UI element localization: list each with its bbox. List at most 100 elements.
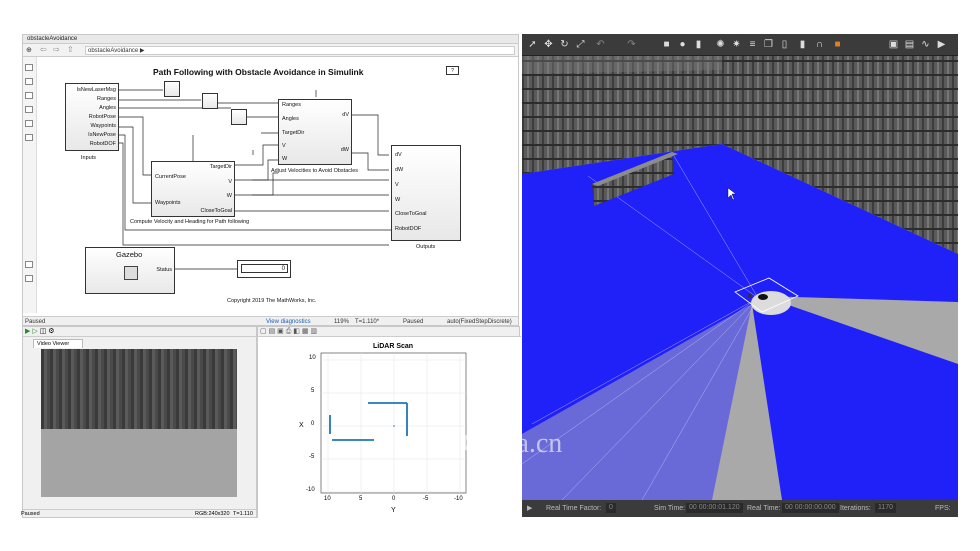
path-following-label: Compute Velocity and Heading for Path fo… <box>130 219 250 225</box>
port-label: W <box>395 197 401 203</box>
view-diagnostics-link[interactable]: View diagnostics <box>266 317 311 325</box>
undo-icon[interactable]: ↶ <box>595 39 606 50</box>
paste-icon[interactable]: ▯ <box>779 39 790 50</box>
camera-floor <box>41 429 237 497</box>
adjust-velocities-label: Adjust Velocities to Avoid Obstacles <box>271 168 359 174</box>
port-label: CloseToGoal <box>200 208 233 214</box>
port-label: Angles <box>99 105 116 111</box>
viewer-rgb: RGB:240x320 <box>195 511 230 517</box>
cylinder-icon[interactable]: ▮ <box>693 39 704 50</box>
video-viewer-window: ▶ ▷ ◫ ⚙ Video Viewer Paused RGB:240x320 … <box>21 326 258 519</box>
step-icon[interactable]: ▷ <box>32 328 37 335</box>
status-bar: Paused View diagnostics 119% T=1.110* Pa… <box>23 316 518 325</box>
port-label: Ranges <box>97 96 116 102</box>
outputs-block[interactable]: dV dW V W CloseToGoal RobotDOF <box>391 145 461 241</box>
port-label: W <box>226 193 232 199</box>
log-icon[interactable]: ▤ <box>904 39 915 50</box>
real-time-value: 00 00:00:00.000 <box>782 503 839 514</box>
port-label: dW <box>395 167 404 173</box>
directional-light-icon[interactable]: ≡ <box>747 39 758 50</box>
status-left: Paused <box>25 319 46 325</box>
zoom-level: 119% <box>334 319 349 325</box>
y-axis-label: X <box>299 422 304 429</box>
trigger-block-1[interactable] <box>164 81 180 97</box>
view-angle-icon[interactable]: ■ <box>832 39 843 50</box>
plot-icon[interactable]: ∿ <box>920 39 931 50</box>
sim-time: T=1.110* <box>355 319 380 325</box>
x-tick: 5 <box>359 496 363 502</box>
rtf-value: 0 <box>606 503 616 514</box>
camera-wall <box>41 349 237 429</box>
port-label: Angles <box>282 116 299 122</box>
port-label: W <box>282 156 288 162</box>
lidar-axes <box>320 352 467 494</box>
box-icon[interactable]: ■ <box>661 39 672 50</box>
trigger-block-2[interactable] <box>202 93 218 109</box>
gazebo-block-title: Gazebo <box>116 250 143 259</box>
iterations-label: Iterations: <box>840 505 871 512</box>
sim-time-field: 00 00:00:01.120 <box>686 500 743 517</box>
camera-image <box>41 349 237 497</box>
x-axis-label: Y <box>391 507 396 514</box>
align-icon[interactable]: ▮ <box>797 39 808 50</box>
tab-label: Video Viewer <box>37 341 70 347</box>
port-label: Status <box>156 267 172 273</box>
x-tick: -10 <box>454 496 463 502</box>
rotate-icon[interactable]: ↻ <box>559 39 570 50</box>
point-light-icon[interactable]: ✺ <box>715 39 726 50</box>
translate-icon[interactable]: ✥ <box>543 39 554 50</box>
port-label: V <box>395 182 399 188</box>
adjust-velocities-block[interactable]: Ranges Angles TargetDir V W dV dW <box>278 99 352 165</box>
y-tick: 5 <box>311 388 315 394</box>
gazebo-logo-icon <box>124 266 138 280</box>
port-label: RobotDOF <box>395 226 422 232</box>
port-label: TargetDir <box>282 130 305 136</box>
viewer-toolbar: ▶ ▷ ◫ ⚙ <box>23 327 258 337</box>
x-tick: 10 <box>324 496 331 502</box>
redo-icon[interactable]: ↷ <box>626 39 637 50</box>
scale-icon[interactable]: ⤢ <box>575 39 586 50</box>
inputs-label: Inputs <box>81 155 96 161</box>
port-label: Waypoints <box>90 123 116 129</box>
port-label: dW <box>340 147 349 153</box>
tab-video-viewer[interactable]: Video Viewer <box>33 339 83 348</box>
rtf-field: 0 <box>606 500 651 517</box>
inputs-block[interactable]: IsNewLaserMsg Ranges Angles RobotPose Wa… <box>65 83 119 151</box>
gazebo-scene <box>522 56 958 501</box>
y-tick: -10 <box>306 487 315 493</box>
gazebo-toolbar: ➚ ✥ ↻ ⤢ ↶ ↷ ■ ● ▮ ✺ ✷ ≡ ❐ ▯ ▮ ∩ ■ ▣ ▤ ∿ … <box>522 34 958 56</box>
port-label: dV <box>342 112 349 118</box>
port-label: Waypoints <box>155 200 181 206</box>
sphere-icon[interactable]: ● <box>677 39 688 50</box>
rtf-label: Real Time Factor: <box>546 505 602 512</box>
stop-icon[interactable]: ◫ <box>40 328 47 335</box>
status-display-block[interactable]: 0 <box>237 260 291 278</box>
y-tick: 10 <box>309 355 316 361</box>
watermark: China.cn <box>462 428 563 459</box>
pause-icon[interactable]: ▶ <box>527 500 532 517</box>
play-icon[interactable]: ▶ <box>25 328 30 335</box>
x-tick: 0 <box>392 496 396 502</box>
select-mode-icon[interactable]: ➚ <box>527 39 538 50</box>
gazebo-status-bar: ▶ Real Time Factor: 0 Sim Time: 00 00:00… <box>522 500 958 517</box>
port-label: RobotPose <box>88 114 116 120</box>
snap-icon[interactable]: ∩ <box>814 39 825 50</box>
trigger-block-3[interactable] <box>231 109 247 125</box>
iterations-field: 1170 <box>875 500 897 517</box>
port-label: CurrentPose <box>155 174 186 180</box>
gazebo-block[interactable]: Gazebo Status <box>85 247 175 294</box>
viewer-status: Paused <box>21 511 40 517</box>
video-record-icon[interactable]: ▶ <box>936 39 947 50</box>
fps-label: FPS: <box>935 505 951 512</box>
port-label: Ranges <box>282 102 301 108</box>
path-following-block[interactable]: CurrentPose Waypoints TargetDir V W Clos… <box>151 161 235 217</box>
settings-icon[interactable]: ⚙ <box>48 328 54 335</box>
screenshot-icon[interactable]: ▣ <box>888 39 899 50</box>
sim-time-value: 00 00:00:01.120 <box>686 503 743 514</box>
viewer-status-bar: Paused RGB:240x320 T=1.110 <box>21 509 258 519</box>
copyright-text: Copyright 2019 The MathWorks, Inc. <box>227 298 317 304</box>
iterations-value: 1170 <box>875 503 897 514</box>
spot-light-icon[interactable]: ✷ <box>731 39 742 50</box>
lidar-figure-window: ▢ ▤ ▣ ⎙ ◧ ▦ ▥ LiDAR Scan 10 5 0 -5 -10 1… <box>257 326 521 519</box>
copy-icon[interactable]: ❐ <box>763 39 774 50</box>
